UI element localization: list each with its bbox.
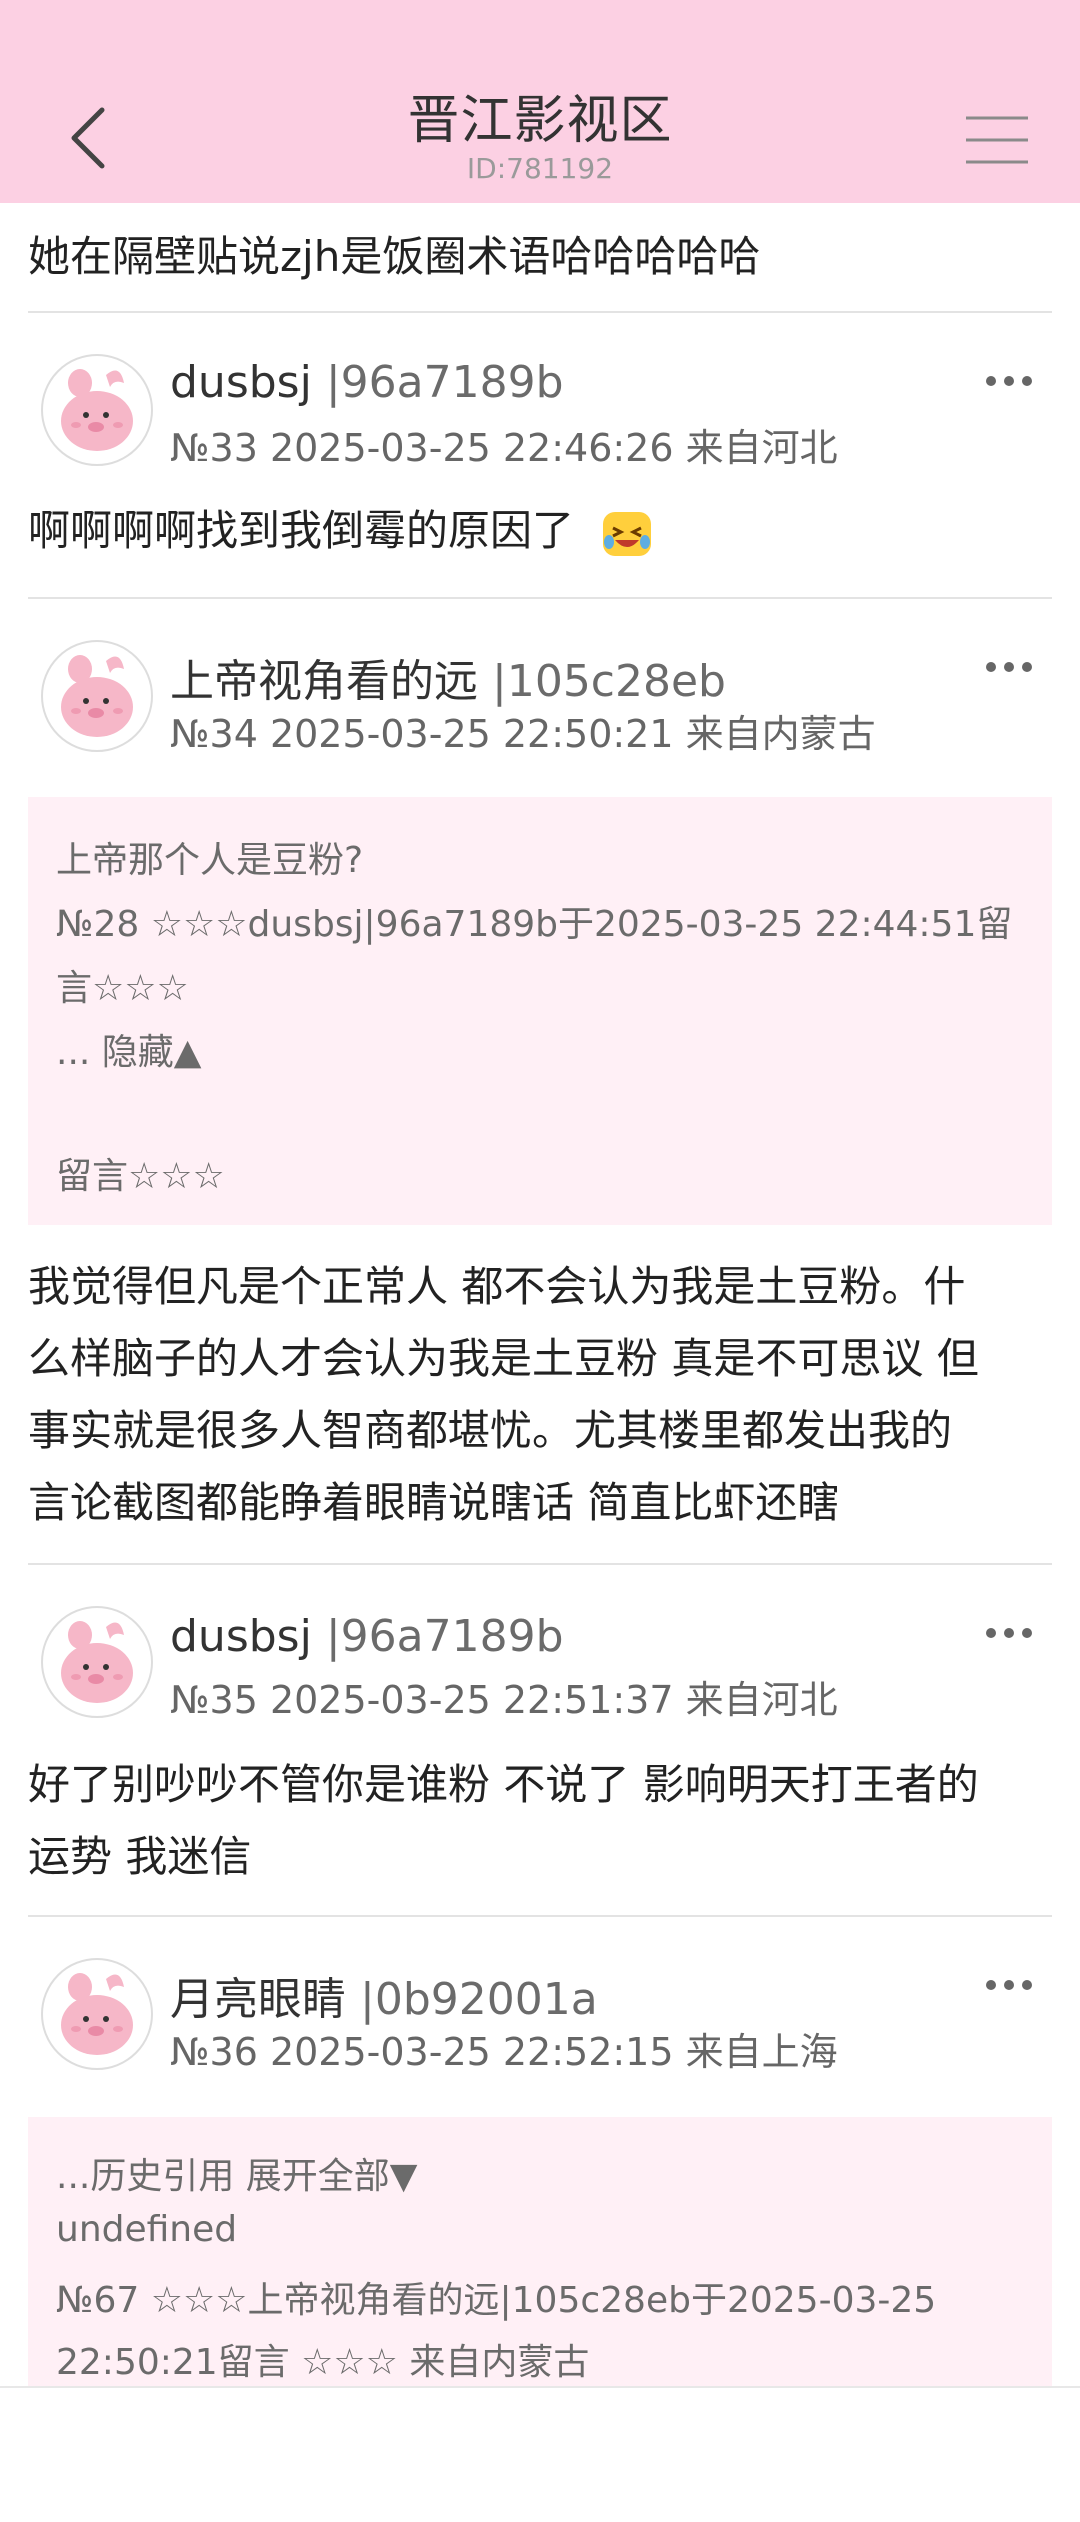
- user-avatar[interactable]: [40, 639, 154, 753]
- more-dots-icon[interactable]: [984, 657, 1034, 677]
- app-header: 晋江影视区 ID:781192: [0, 0, 1080, 203]
- quote-footer: 留言☆☆☆: [56, 1156, 225, 1197]
- quoted-reply: ...历史引用 展开全部▼ undefined №67 ☆☆☆上帝视角看的远|1…: [28, 2117, 1052, 2386]
- laughing-tears-emoji-icon: [603, 511, 652, 556]
- divider: [28, 1915, 1052, 1917]
- post-username[interactable]: dusbsj |96a7189b: [170, 1611, 564, 1662]
- quote-source-cont: 22:50:21留言 ☆☆☆ 来自内蒙古: [56, 2342, 590, 2383]
- user-avatar[interactable]: [40, 1605, 154, 1719]
- post-meta: №36 2025-03-25 22:52:15 来自上海: [170, 2030, 838, 2074]
- bottom-bar: [0, 2386, 1080, 2522]
- quote-text: 上帝那个人是豆粉?: [56, 840, 364, 881]
- post-username[interactable]: 上帝视角看的远 |105c28eb: [170, 645, 726, 709]
- expand-history-toggle[interactable]: ...历史引用 展开全部▼: [56, 2147, 1024, 2199]
- divider: [28, 1563, 1052, 1565]
- post-meta: №33 2025-03-25 22:46:26 来自河北: [170, 426, 838, 470]
- page-title: 晋江影视区: [407, 91, 673, 151]
- thread-content: 她在隔壁贴说zjh是饭圈术语哈哈哈哈哈 dusbsj |96a7189b №33 …: [0, 203, 1080, 2386]
- post-body: 我觉得但凡是个正常人 都不会认为我是土豆粉。什 么样脑子的人才会认为我是土豆粉 …: [28, 1262, 979, 1527]
- hide-quote-toggle[interactable]: ... 隐藏▲: [56, 1023, 1024, 1075]
- more-dots-icon[interactable]: [984, 1623, 1034, 1643]
- hamburger-menu-icon[interactable]: [962, 110, 1032, 170]
- user-avatar[interactable]: [40, 353, 154, 467]
- quote-source: №67 ☆☆☆上帝视角看的远|105c28eb于2025-03-25: [56, 2280, 937, 2321]
- more-dots-icon[interactable]: [984, 371, 1034, 391]
- quote-text: undefined: [56, 2209, 238, 2250]
- forum-id: ID:781192: [466, 152, 614, 185]
- post-username[interactable]: 月亮眼睛 |0b92001a: [170, 1963, 598, 2027]
- post-meta: №35 2025-03-25 22:51:37 来自河北: [170, 1678, 838, 1722]
- post-meta: №34 2025-03-25 22:50:21 来自内蒙古: [170, 712, 876, 756]
- user-avatar[interactable]: [40, 1957, 154, 2071]
- more-dots-icon[interactable]: [984, 1975, 1034, 1995]
- divider: [28, 597, 1052, 599]
- post-body: 啊啊啊啊找到我倒霉的原因了: [28, 495, 1052, 567]
- divider: [28, 311, 1052, 313]
- quote-source: №28 ☆☆☆dusbsj|96a7189b于2025-03-25 22:44:…: [56, 904, 1013, 945]
- quoted-reply: 上帝那个人是豆粉? №28 ☆☆☆dusbsj|96a7189b于2025-03…: [28, 797, 1052, 1225]
- quote-source-cont: 言☆☆☆: [56, 968, 189, 1009]
- post-body: 好了别吵吵不管你是谁粉 不说了 影响明天打王者的 运势 我迷信: [28, 1760, 979, 1881]
- post-body-continued: 她在隔壁贴说zjh是饭圈术语哈哈哈哈哈: [28, 232, 761, 281]
- post-username[interactable]: dusbsj |96a7189b: [170, 357, 564, 408]
